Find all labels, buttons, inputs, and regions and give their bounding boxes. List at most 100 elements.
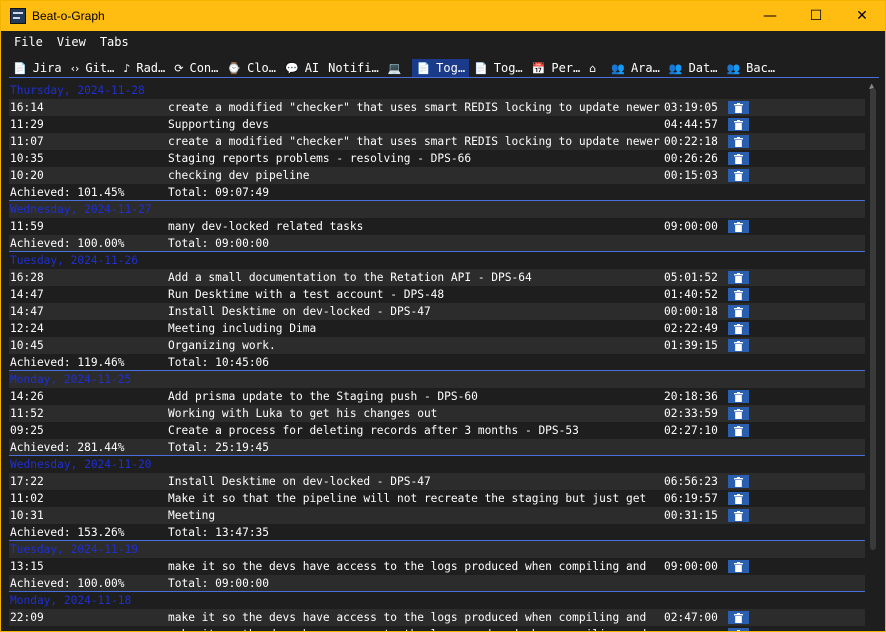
delete-button[interactable] (728, 322, 749, 335)
delete-button[interactable] (728, 390, 749, 403)
delete-button[interactable] (728, 475, 749, 488)
menu-tabs[interactable]: Tabs (93, 35, 136, 49)
delete-button[interactable] (728, 288, 749, 301)
delete-button[interactable] (728, 271, 749, 284)
trash-icon (734, 493, 743, 504)
tab-8[interactable]: 📄 Tog… (412, 59, 470, 77)
delete-button[interactable] (728, 424, 749, 437)
table-row[interactable]: 14:47 Install Desktime on dev-locked - DP… (9, 303, 865, 320)
tab-5[interactable]: 💬 AI (281, 59, 324, 77)
tab-0[interactable]: 📄 Jira (9, 59, 66, 77)
tab-label: Per… (551, 61, 581, 75)
menu-view[interactable]: View (50, 35, 93, 49)
tab-10[interactable]: 📅 Per… (527, 59, 585, 77)
delete-button[interactable] (728, 305, 749, 318)
entry-description: Create a process for deleting records af… (168, 424, 579, 437)
entry-description: Add prisma update to the Staging push - … (168, 390, 478, 403)
tab-6[interactable]: Notifi… (324, 59, 383, 77)
total-label: Total: 10:45:06 (168, 355, 270, 369)
delete-button[interactable] (728, 492, 749, 505)
close-button[interactable]: ✕ (839, 1, 885, 31)
table-row[interactable]: 11:29 Supporting devs 04:44:57 (9, 116, 865, 133)
minimize-button[interactable]: — (747, 1, 793, 31)
day-summary: Achieved: 101.45% Total: 09:07:49 (9, 184, 865, 201)
tab-9[interactable]: 📄 Tog… (470, 59, 527, 77)
table-row[interactable]: 13:15 make it so the devs have access to … (9, 558, 865, 575)
tab-14[interactable]: 👥 Bac… (722, 59, 780, 77)
delete-button[interactable] (728, 339, 749, 352)
entry-time: 10:31 (10, 509, 44, 522)
total-label: Total: 09:00:00 (168, 576, 270, 590)
table-row[interactable]: 11:07 create a modified "checker" that us… (9, 133, 865, 150)
tab-icon: 👥 (611, 61, 625, 75)
table-row[interactable]: 11:02 Make it so that the pipeline will n… (9, 490, 865, 507)
achieved-label: Achieved: 100.00% (10, 576, 125, 590)
entry-description: Install Desktime on dev-locked - DPS-47 (168, 475, 431, 488)
title-bar[interactable]: Beat-o-Graph — ☐ ✕ (1, 1, 885, 31)
delete-button[interactable] (728, 118, 749, 131)
delete-button[interactable] (728, 560, 749, 573)
tab-1[interactable]: ‹› Git… (66, 59, 119, 77)
tab-12[interactable]: 👥 Ara… (607, 59, 664, 77)
table-row[interactable]: 16:28 Add a small documentation to the Re… (9, 269, 865, 286)
entry-duration: 01:39:15 (664, 339, 718, 352)
table-row[interactable]: 17:22 Install Desktime on dev-locked - DP… (9, 473, 865, 490)
menu-bar: File View Tabs (1, 31, 885, 53)
entry-duration: 04:44:57 (664, 118, 718, 131)
tab-3[interactable]: ⟳ Con… (170, 59, 223, 77)
entry-description: Run Desktime with a test account - DPS-4… (168, 288, 445, 301)
achieved-label: Achieved: 153.26% (10, 525, 125, 539)
table-row[interactable]: 11:52 Working with Luka to get his change… (9, 405, 865, 422)
delete-button[interactable] (728, 135, 749, 148)
table-row[interactable]: 12:24 Meeting including Dima 02:22:49 (9, 320, 865, 337)
delete-button[interactable] (728, 628, 749, 631)
table-row[interactable]: 16:14 create a modified "checker" that us… (9, 99, 865, 116)
tab-4[interactable]: ⌚ Clo… (223, 59, 280, 77)
table-row[interactable]: 10:35 Staging reports problems - resolvin… (9, 150, 865, 167)
entry-description: Meeting including Dima (168, 322, 317, 335)
scrollbar-thumb[interactable] (870, 88, 876, 550)
tab-bar: 📄 Jira ‹› Git… ♪ Rad… ⟳ Con… ⌚ Clo… 💬 AI Notifi… 💻 📄 To… (9, 59, 879, 78)
tab-label: Ara… (630, 61, 660, 75)
table-row[interactable]: 14:26 Add prisma update to the Staging pu… (9, 388, 865, 405)
table-row[interactable]: make it so the devs have access to the l… (9, 626, 865, 631)
tab-11[interactable]: ⌂ (585, 59, 607, 77)
delete-button[interactable] (728, 152, 749, 165)
table-row[interactable]: 22:09 make it so the devs have access to … (9, 609, 865, 626)
tab-13[interactable]: 👥 Dat… (664, 59, 722, 77)
trash-icon (734, 153, 743, 164)
day-header-label: Monday, 2024-11-25 (10, 373, 132, 386)
scrollbar[interactable]: ▲ (868, 82, 878, 631)
delete-button[interactable] (728, 509, 749, 522)
day-header-label: Thursday, 2024-11-28 (10, 84, 145, 97)
entry-description: Install Desktime on dev-locked - DPS-47 (168, 305, 431, 318)
day-header: Tuesday, 2024-11-26 (9, 252, 865, 269)
day-header: Wednesday, 2024-11-27 (9, 201, 865, 218)
trash-icon (734, 272, 743, 283)
delete-button[interactable] (728, 611, 749, 624)
maximize-button[interactable]: ☐ (793, 1, 839, 31)
delete-button[interactable] (728, 220, 749, 233)
delete-button[interactable] (728, 101, 749, 114)
tab-icon: 📄 (474, 61, 488, 75)
app-icon (10, 8, 26, 24)
trash-icon (734, 561, 743, 572)
tab-label: Con… (189, 61, 219, 75)
tab-7[interactable]: 💻 (383, 59, 412, 77)
table-row[interactable]: 09:25 Create a process for deleting recor… (9, 422, 865, 439)
table-row[interactable]: 10:31 Meeting 00:31:15 (9, 507, 865, 524)
entry-duration: 09:00:00 (664, 220, 718, 233)
table-row[interactable]: 11:59 many dev-locked related tasks 09:00:… (9, 218, 865, 235)
delete-button[interactable] (728, 407, 749, 420)
entry-time: 14:47 (10, 305, 44, 318)
table-row[interactable]: 10:20 checking dev pipeline 00:15:03 (9, 167, 865, 184)
entry-duration: 05:01:52 (664, 271, 718, 284)
menu-file[interactable]: File (7, 35, 50, 49)
entry-duration: 00:15:03 (664, 169, 718, 182)
tab-icon: ⌚ (227, 61, 242, 75)
table-row[interactable]: 10:45 Organizing work. 01:39:15 (9, 337, 865, 354)
table-row[interactable]: 14:47 Run Desktime with a test account - … (9, 286, 865, 303)
delete-button[interactable] (728, 169, 749, 182)
tab-2[interactable]: ♪ Rad… (119, 59, 170, 77)
entry-description: many dev-locked related tasks (168, 220, 364, 233)
